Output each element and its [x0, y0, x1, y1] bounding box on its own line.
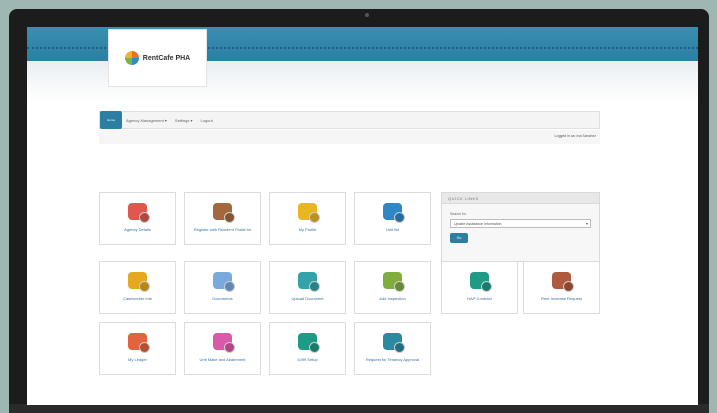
rent-increase-icon [552, 272, 571, 289]
tile-label: My Ledger [128, 357, 147, 362]
tile-label: Register with Resident Portal for [193, 227, 252, 232]
logged-in-text: Logged in as: Ina Sanchez [554, 134, 596, 138]
tile-label: Upload Document [291, 296, 324, 301]
tile-register-resident-portal[interactable]: Register with Resident Portal for [184, 192, 261, 245]
tile-rent-increase-request[interactable]: Rent Increase Request [523, 261, 600, 314]
quick-links-selected: Update Assistance Information [454, 222, 502, 226]
tile-label: Documents [212, 296, 233, 301]
screen: RentCafe PHA Home Agency Management ▾ Se… [27, 27, 698, 405]
tile-label: Request for Tenancy Approval [365, 357, 420, 362]
nav-home-button[interactable]: Home [100, 111, 122, 129]
chevron-down-icon: ▾ [585, 221, 588, 226]
ledger-icon [128, 333, 147, 350]
tile-agency-details[interactable]: Agency Details [99, 192, 176, 245]
tile-label: Unit Make and Abatement [199, 357, 246, 362]
tile-label: Agency Details [124, 227, 151, 232]
quick-links-select[interactable]: Update Assistance Information ▾ [450, 219, 591, 228]
logo-icon [124, 51, 139, 65]
tile-hap-contract[interactable]: HAP Contract [441, 261, 518, 314]
upload-document-icon [298, 272, 317, 289]
tile-caseworker-info[interactable]: Caseworker Info [99, 261, 176, 314]
units-icon [383, 203, 402, 220]
make-abatement-icon [213, 333, 232, 350]
tile-my-ledger[interactable]: My Ledger [99, 322, 176, 375]
tile-label: 1099 Setup [297, 357, 318, 362]
logo-text: RentCafe PHA [142, 54, 191, 62]
hap-contract-icon [470, 272, 489, 289]
user-bar: Logged in as: Ina Sanchez [99, 130, 600, 144]
tax-form-icon [298, 333, 317, 350]
tile-1099-setup[interactable]: 1099 Setup [269, 322, 346, 375]
tile-label: Unit list [385, 227, 400, 232]
tile-request-tenancy-approval[interactable]: Request for Tenancy Approval [354, 322, 431, 375]
users-clock-icon [213, 203, 232, 220]
main-nav: Home Agency Management ▾ Settings ▾ Logo… [99, 111, 600, 129]
tile-documents[interactable]: Documents [184, 261, 261, 314]
tile-label: Caseworker Info [122, 296, 153, 301]
webcam [365, 13, 369, 17]
profile-money-icon [298, 203, 317, 220]
nav-item-settings[interactable]: Settings ▾ [171, 118, 197, 123]
tile-label: Rent Increase Request [541, 296, 582, 301]
tile-add-inspection[interactable]: Add Inspection [354, 261, 431, 314]
go-button[interactable]: Go [450, 233, 468, 243]
caseworker-icon [128, 272, 147, 289]
tile-label: HAP Contract [467, 296, 492, 301]
quick-links-title: QUICK LINKS [442, 193, 599, 204]
nav-item-agency-management[interactable]: Agency Management ▾ [122, 118, 171, 123]
id-card-icon [128, 203, 147, 220]
tile-my-profile[interactable]: My Profile [269, 192, 346, 245]
inspection-icon [383, 272, 402, 289]
quick-links-subtitle: Search for [450, 212, 467, 216]
tile-unit-list[interactable]: Unit list [354, 192, 431, 245]
quick-links-panel: QUICK LINKS Search for Update Assistance… [441, 192, 600, 262]
tile-label: My Profile [298, 227, 317, 232]
paperclip-icon [213, 272, 232, 289]
nav-item-logout[interactable]: Logout [197, 118, 217, 123]
tile-unit-make-abatement[interactable]: Unit Make and Abatement [184, 322, 261, 375]
logo[interactable]: RentCafe PHA [108, 29, 207, 87]
monitor-base [9, 404, 709, 413]
tile-upload-document[interactable]: Upload Document [269, 261, 346, 314]
tile-label: Add Inspection [379, 296, 406, 301]
tenancy-request-icon [383, 333, 402, 350]
